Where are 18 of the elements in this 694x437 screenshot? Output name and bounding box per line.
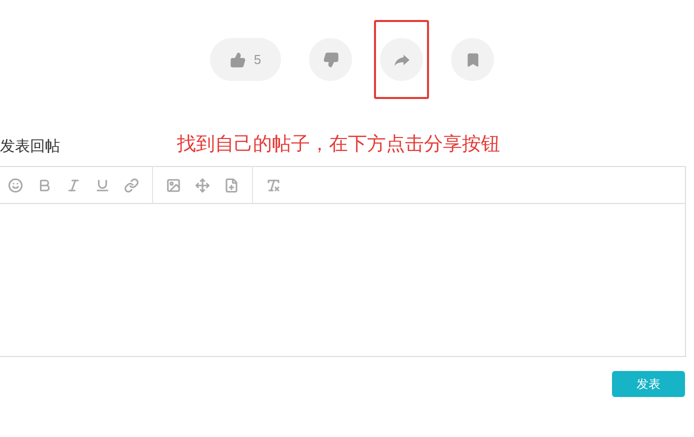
dislike-button[interactable] xyxy=(309,38,352,81)
thumbs-down-icon xyxy=(322,52,339,68)
bookmark-button[interactable] xyxy=(451,38,494,81)
underline-button[interactable] xyxy=(94,176,111,194)
bookmark-icon xyxy=(464,52,481,68)
image-button[interactable] xyxy=(165,176,182,194)
thumbs-up-icon xyxy=(230,52,246,68)
like-button[interactable]: 5 xyxy=(210,38,282,81)
annotation-text: 找到自己的帖子，在下方点击分享按钮 xyxy=(177,133,500,157)
share-button[interactable] xyxy=(380,38,424,81)
clear-format-button[interactable] xyxy=(265,176,282,194)
reply-title: 发表回帖 xyxy=(0,136,60,156)
move-button[interactable] xyxy=(194,176,211,194)
file-add-button[interactable] xyxy=(223,176,240,194)
link-button[interactable] xyxy=(123,176,140,194)
like-count: 5 xyxy=(254,50,262,69)
submit-button[interactable]: 发表 xyxy=(612,371,685,397)
emoji-button[interactable] xyxy=(7,176,24,194)
